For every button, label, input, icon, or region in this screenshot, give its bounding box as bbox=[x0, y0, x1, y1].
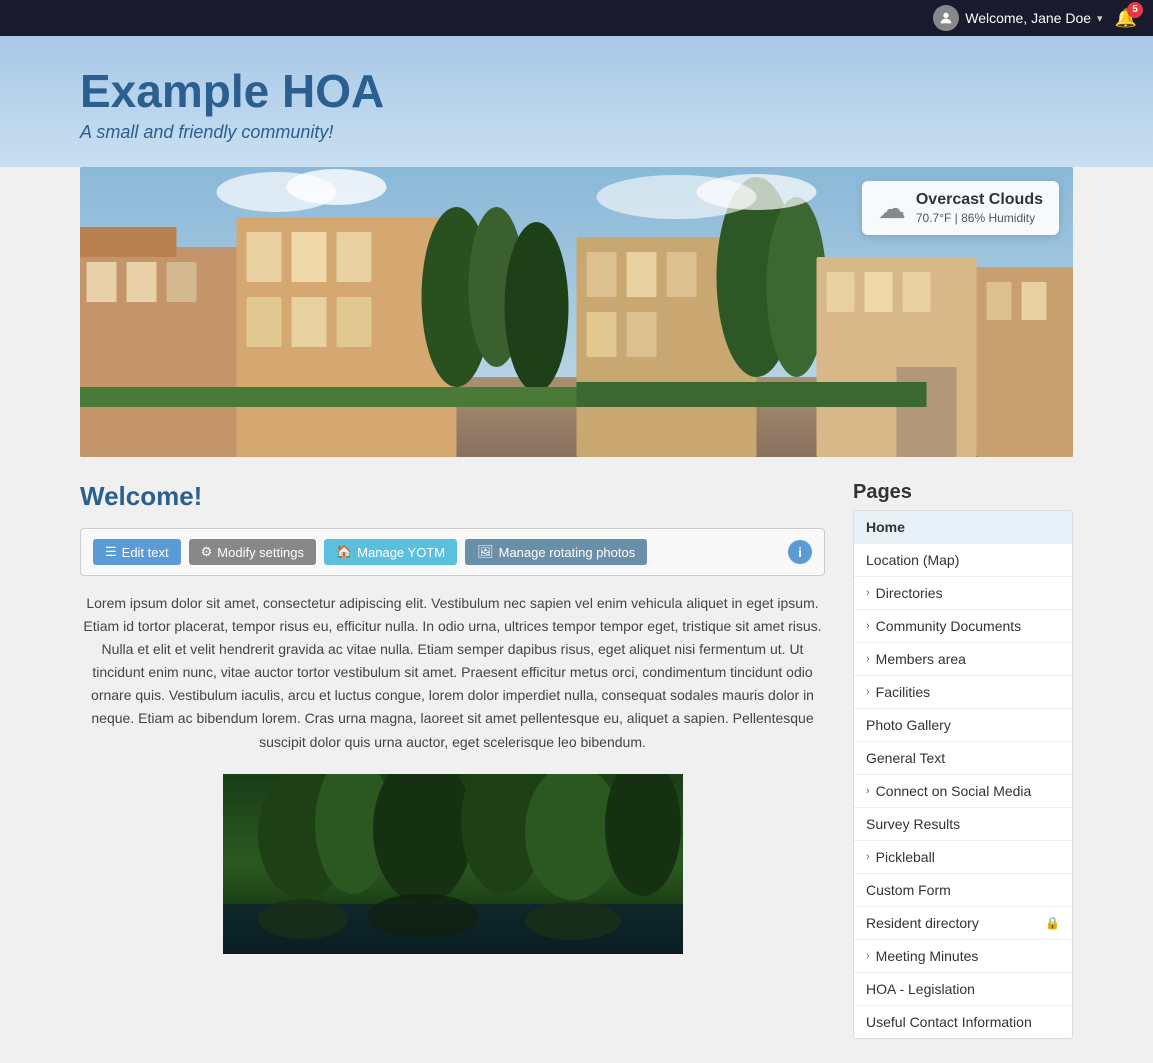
welcome-heading: Welcome! bbox=[80, 481, 825, 512]
chevron-right-icon: › bbox=[866, 587, 870, 599]
site-title: Example HOA bbox=[80, 64, 1073, 118]
sidebar-item-connect-social[interactable]: › Connect on Social Media bbox=[854, 775, 1072, 808]
avatar bbox=[933, 5, 959, 31]
info-button[interactable]: i bbox=[788, 540, 812, 564]
sidebar-item-community-documents[interactable]: › Community Documents bbox=[854, 610, 1072, 643]
site-header: Example HOA A small and friendly communi… bbox=[0, 36, 1153, 167]
manage-photos-button[interactable]: 🖼 Manage rotating photos bbox=[465, 539, 647, 565]
weather-details: 70.7°F | 86% Humidity bbox=[916, 211, 1043, 225]
photo-icon: 🖼 bbox=[477, 544, 494, 560]
chevron-right-icon: › bbox=[866, 950, 870, 962]
list-icon: ☰ bbox=[105, 544, 117, 560]
topbar: Welcome, Jane Doe ▾ 🔔 5 bbox=[0, 0, 1153, 36]
sidebar-item-directories[interactable]: › Directories bbox=[854, 577, 1072, 610]
sidebar-item-members-area[interactable]: › Members area bbox=[854, 643, 1072, 676]
user-menu[interactable]: Welcome, Jane Doe ▾ bbox=[933, 5, 1102, 31]
content-area: Welcome! ☰ Edit text ⚙ Modify settings 🏠… bbox=[80, 481, 825, 954]
main-content: Welcome! ☰ Edit text ⚙ Modify settings 🏠… bbox=[0, 457, 1153, 1063]
chevron-down-icon: ▾ bbox=[1097, 12, 1103, 25]
sidebar-item-general-text[interactable]: General Text bbox=[854, 742, 1072, 775]
sidebar-item-useful-contact[interactable]: Useful Contact Information bbox=[854, 1006, 1072, 1038]
manage-yotm-button[interactable]: 🏠 Manage YOTM bbox=[324, 539, 457, 565]
sidebar-item-pickleball[interactable]: › Pickleball bbox=[854, 841, 1072, 874]
lock-icon: 🔒 bbox=[1045, 916, 1060, 930]
site-subtitle: A small and friendly community! bbox=[80, 122, 1073, 143]
sidebar-menu: Home Location (Map) › Directories › Comm… bbox=[853, 510, 1073, 1039]
sidebar-item-home[interactable]: Home bbox=[854, 511, 1072, 544]
content-toolbar: ☰ Edit text ⚙ Modify settings 🏠 Manage Y… bbox=[80, 528, 825, 576]
sidebar-item-location[interactable]: Location (Map) bbox=[854, 544, 1072, 577]
sidebar-item-meeting-minutes[interactable]: › Meeting Minutes bbox=[854, 940, 1072, 973]
gear-icon: ⚙ bbox=[201, 544, 213, 560]
sidebar-item-custom-form[interactable]: Custom Form bbox=[854, 874, 1072, 907]
weather-widget: ☁ Overcast Clouds 70.7°F | 86% Humidity bbox=[862, 181, 1059, 235]
chevron-right-icon: › bbox=[866, 620, 870, 632]
sidebar-item-survey-results[interactable]: Survey Results bbox=[854, 808, 1072, 841]
welcome-text: Welcome, Jane Doe bbox=[965, 10, 1091, 26]
edit-text-button[interactable]: ☰ Edit text bbox=[93, 539, 181, 565]
modify-settings-button[interactable]: ⚙ Modify settings bbox=[189, 539, 316, 565]
chevron-right-icon: › bbox=[866, 686, 870, 698]
sidebar-heading: Pages bbox=[853, 481, 1073, 504]
sidebar-item-facilities[interactable]: › Facilities bbox=[854, 676, 1072, 709]
chevron-right-icon: › bbox=[866, 785, 870, 797]
cloud-icon: ☁ bbox=[878, 192, 906, 225]
weather-condition: Overcast Clouds bbox=[916, 191, 1043, 209]
chevron-right-icon: › bbox=[866, 851, 870, 863]
home-icon: 🏠 bbox=[336, 544, 352, 560]
notifications-bell[interactable]: 🔔 5 bbox=[1115, 8, 1137, 29]
welcome-body-text: Lorem ipsum dolor sit amet, consectetur … bbox=[80, 592, 825, 754]
chevron-right-icon: › bbox=[866, 653, 870, 665]
sidebar-item-photo-gallery[interactable]: Photo Gallery bbox=[854, 709, 1072, 742]
content-image bbox=[223, 774, 683, 954]
notification-badge: 5 bbox=[1127, 2, 1143, 18]
sidebar-item-resident-directory[interactable]: Resident directory 🔒 bbox=[854, 907, 1072, 940]
sidebar-item-hoa-legislation[interactable]: HOA - Legislation bbox=[854, 973, 1072, 1006]
hero-image: ☁ Overcast Clouds 70.7°F | 86% Humidity bbox=[80, 167, 1073, 457]
sidebar: Pages Home Location (Map) › Directories … bbox=[853, 481, 1073, 1039]
